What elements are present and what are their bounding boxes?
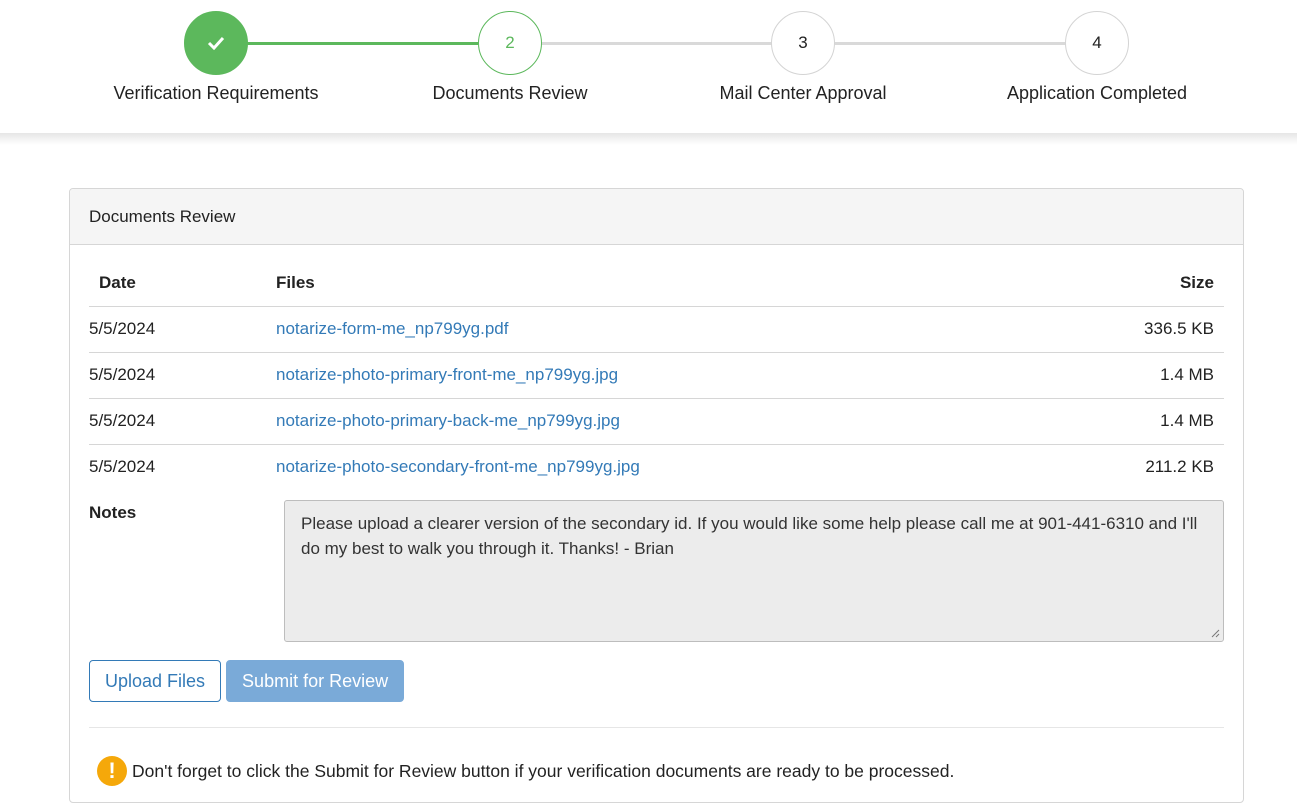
column-header-size: Size	[1024, 260, 1224, 307]
step-number: 3	[771, 11, 835, 75]
step-application-completed: 4 Application Completed	[977, 11, 1217, 104]
upload-files-button[interactable]: Upload Files	[89, 660, 222, 702]
column-header-files: Files	[266, 260, 1024, 307]
divider	[89, 727, 1224, 728]
action-buttons: Upload Files Submit for Review	[89, 660, 1224, 702]
column-header-date: Date	[89, 260, 266, 307]
notes-section: Notes Please upload a clearer version of…	[89, 500, 1224, 642]
step-label: Documents Review	[432, 83, 588, 103]
file-size: 211.2 KB	[1145, 457, 1214, 477]
file-size: 336.5 KB	[1024, 306, 1224, 353]
file-link[interactable]: notarize-photo-secondary-front-me_np799y…	[276, 457, 640, 476]
submit-reminder: ! Don't forget to click the Submit for R…	[89, 756, 1224, 786]
table-row: 5/5/2024 notarize-form-me_np799yg.pdf 33…	[89, 306, 1224, 353]
documents-review-panel: Documents Review Date Files Size 5/5/202…	[69, 188, 1244, 803]
file-size: 1.4 MB	[1024, 352, 1224, 399]
file-date: 5/5/2024	[89, 398, 266, 445]
step-label: Verification Requirements	[113, 83, 319, 103]
step-verification-requirements: Verification Requirements	[96, 11, 336, 104]
stepper-shadow	[0, 133, 1297, 145]
step-mail-center-approval: 3 Mail Center Approval	[683, 11, 923, 104]
table-row: 5/5/2024 notarize-photo-secondary-front-…	[89, 444, 1224, 490]
file-date: 5/5/2024	[89, 352, 266, 399]
step-number: 4	[1065, 11, 1129, 75]
step-label: Mail Center Approval	[719, 83, 887, 103]
notes-label: Notes	[89, 503, 137, 522]
file-link[interactable]: notarize-photo-primary-front-me_np799yg.…	[276, 365, 618, 384]
table-row: 5/5/2024 notarize-photo-primary-front-me…	[89, 352, 1224, 399]
reminder-text: Don't forget to click the Submit for Rev…	[132, 760, 955, 781]
file-link[interactable]: notarize-photo-primary-back-me_np799yg.j…	[276, 411, 620, 430]
notes-text: Please upload a clearer version of the s…	[301, 514, 1198, 558]
progress-stepper: Verification Requirements 2 Documents Re…	[0, 0, 1297, 136]
submit-for-review-button[interactable]: Submit for Review	[226, 660, 405, 702]
files-table: Date Files Size 5/5/2024 notarize-form-m…	[89, 260, 1224, 490]
file-date: 5/5/2024	[89, 457, 156, 477]
file-size: 1.4 MB	[1024, 398, 1224, 445]
exclamation-icon: !	[97, 756, 127, 786]
table-header-row: Date Files Size	[89, 260, 1224, 307]
table-row: 5/5/2024 notarize-photo-primary-back-me_…	[89, 398, 1224, 445]
file-date: 5/5/2024	[89, 306, 266, 353]
notes-textarea[interactable]: Please upload a clearer version of the s…	[284, 500, 1224, 642]
file-link[interactable]: notarize-form-me_np799yg.pdf	[276, 319, 508, 338]
step-documents-review: 2 Documents Review	[390, 11, 630, 104]
checkmark-icon	[184, 11, 248, 75]
step-label: Application Completed	[1006, 83, 1188, 103]
step-number: 2	[478, 11, 542, 75]
resize-grip-icon[interactable]	[1210, 628, 1220, 638]
panel-title: Documents Review	[70, 189, 1243, 245]
